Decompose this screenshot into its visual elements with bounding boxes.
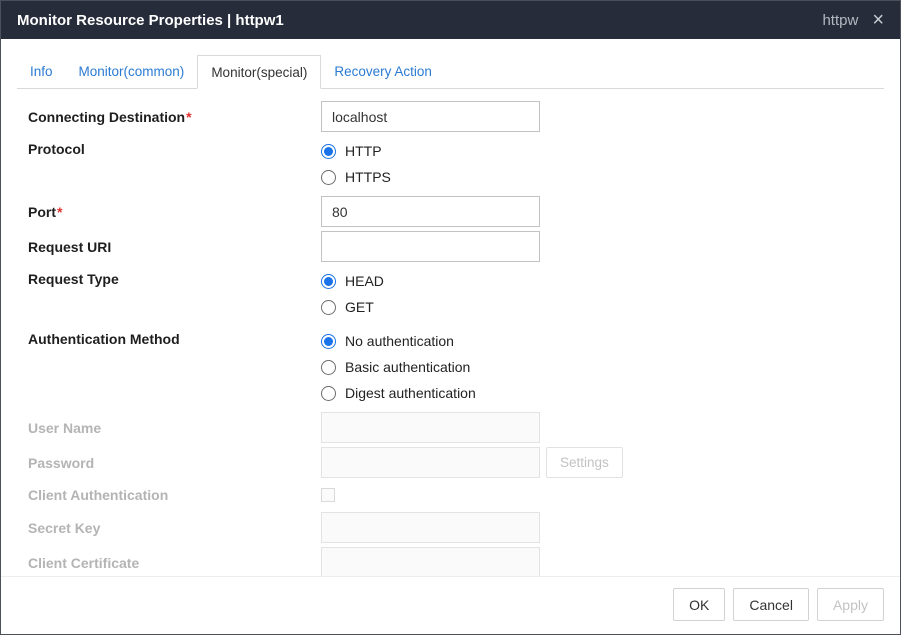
field-protocol: Protocol HTTP HTTPS [28, 136, 884, 192]
settings-button: Settings [546, 447, 623, 478]
dialog-header: Monitor Resource Properties | httpw1 htt… [1, 1, 900, 39]
tab-bar: Info Monitor(common) Monitor(special) Re… [17, 55, 884, 89]
field-request-type: Request Type HEAD GET [28, 266, 884, 322]
radio-label: Digest authentication [345, 385, 476, 401]
client-certificate-label: Client Certificate [28, 555, 321, 571]
request-type-radio-group: HEAD GET [321, 266, 384, 322]
client-certificate-input [321, 547, 540, 576]
user-name-input [321, 412, 540, 443]
client-authentication-checkbox [321, 488, 335, 502]
password-label: Password [28, 455, 321, 471]
request-type-option-head[interactable]: HEAD [321, 268, 384, 294]
radio-label: GET [345, 299, 374, 315]
dialog-title: Monitor Resource Properties | httpw1 [17, 12, 284, 29]
connecting-destination-input[interactable] [321, 101, 540, 132]
authentication-method-label: Authentication Method [28, 326, 321, 352]
request-type-label: Request Type [28, 266, 321, 292]
radio-icon[interactable] [321, 300, 336, 315]
radio-label: Basic authentication [345, 359, 470, 375]
tab-monitor-common[interactable]: Monitor(common) [66, 55, 198, 88]
field-request-uri: Request URI [28, 231, 884, 262]
protocol-radio-group: HTTP HTTPS [321, 136, 391, 192]
form-content: Connecting Destination* Protocol HTTP HT… [1, 89, 900, 576]
ok-button[interactable]: OK [673, 588, 725, 621]
request-uri-label: Request URI [28, 239, 321, 255]
protocol-label: Protocol [28, 136, 321, 162]
auth-option-no-authentication[interactable]: No authentication [321, 328, 476, 354]
request-uri-input[interactable] [321, 231, 540, 262]
monitor-resource-properties-dialog: Monitor Resource Properties | httpw1 htt… [0, 0, 901, 635]
radio-label: HTTPS [345, 169, 391, 185]
tab-recovery-action[interactable]: Recovery Action [321, 55, 445, 88]
auth-option-basic-authentication[interactable]: Basic authentication [321, 354, 476, 380]
field-authentication-method: Authentication Method No authentication … [28, 326, 884, 408]
field-client-certificate: Client Certificate [28, 547, 884, 576]
secret-key-label: Secret Key [28, 520, 321, 536]
radio-icon[interactable] [321, 274, 336, 289]
field-port: Port* [28, 196, 884, 227]
port-input[interactable] [321, 196, 540, 227]
protocol-option-https[interactable]: HTTPS [321, 164, 391, 190]
radio-label: No authentication [345, 333, 454, 349]
field-connecting-destination: Connecting Destination* [28, 101, 884, 132]
cancel-button[interactable]: Cancel [733, 588, 809, 621]
user-name-label: User Name [28, 420, 321, 436]
connecting-destination-label: Connecting Destination* [28, 109, 321, 125]
dialog-footer: OK Cancel Apply [1, 576, 900, 634]
field-user-name: User Name [28, 412, 884, 443]
apply-button: Apply [817, 588, 884, 621]
label-text: Connecting Destination [28, 109, 185, 125]
radio-icon[interactable] [321, 360, 336, 375]
tab-monitor-special[interactable]: Monitor(special) [197, 55, 321, 89]
radio-icon[interactable] [321, 144, 336, 159]
request-type-option-get[interactable]: GET [321, 294, 384, 320]
secret-key-input [321, 512, 540, 543]
client-authentication-label: Client Authentication [28, 487, 321, 503]
field-client-authentication: Client Authentication [28, 482, 884, 508]
radio-icon[interactable] [321, 386, 336, 401]
label-text: Port [28, 204, 56, 220]
field-secret-key: Secret Key [28, 512, 884, 543]
required-asterisk: * [57, 204, 62, 220]
radio-label: HEAD [345, 273, 384, 289]
radio-icon[interactable] [321, 334, 336, 349]
field-password: Password Settings [28, 447, 884, 478]
protocol-option-http[interactable]: HTTP [321, 138, 391, 164]
required-asterisk: * [186, 109, 191, 125]
port-label: Port* [28, 204, 321, 220]
password-input [321, 447, 540, 478]
auth-option-digest-authentication[interactable]: Digest authentication [321, 380, 476, 406]
header-context-label: httpw [822, 12, 858, 29]
authentication-method-radio-group: No authentication Basic authentication D… [321, 326, 476, 408]
radio-icon[interactable] [321, 170, 336, 185]
close-icon[interactable]: × [872, 10, 884, 30]
radio-label: HTTP [345, 143, 382, 159]
tab-info[interactable]: Info [17, 55, 66, 88]
